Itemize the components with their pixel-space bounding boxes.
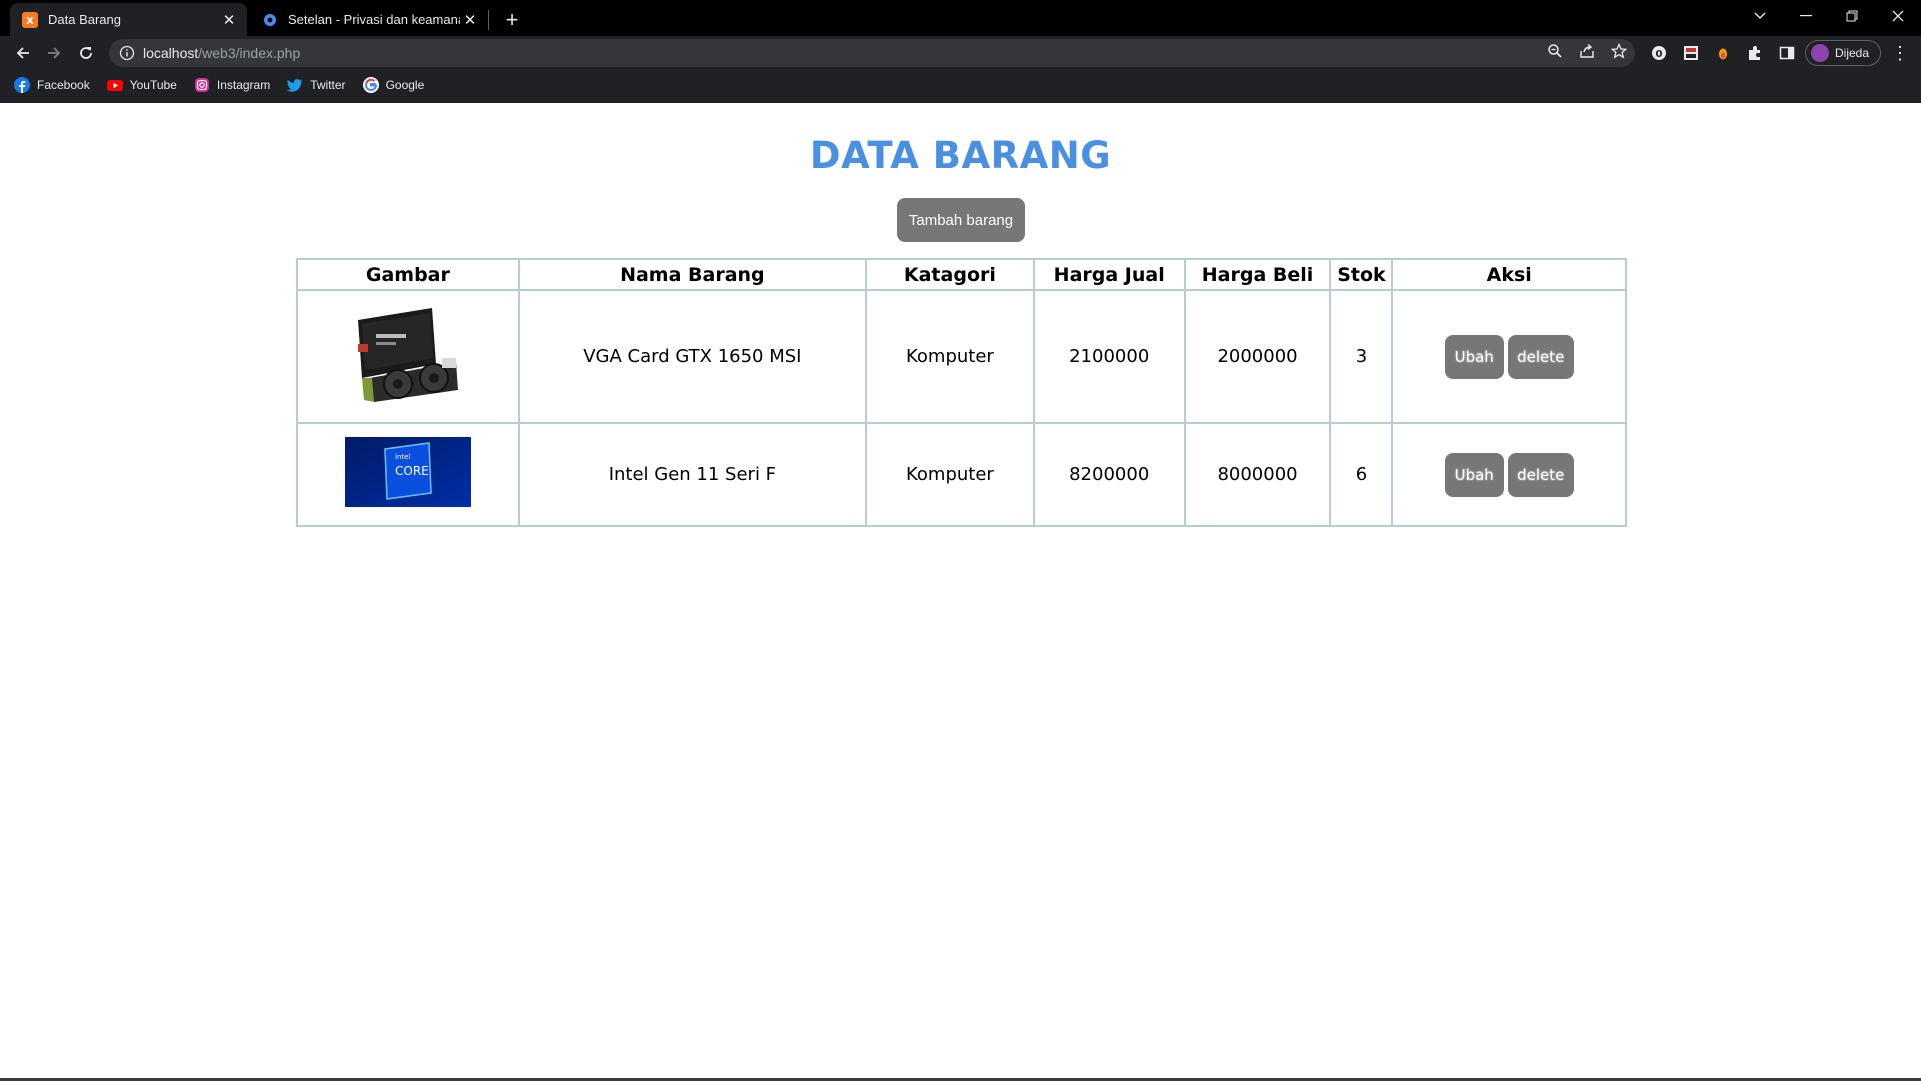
header-stok: Stok — [1329, 258, 1394, 291]
cell-harga-beli: 2000000 — [1183, 289, 1332, 424]
edit-button[interactable]: Ubah — [1444, 334, 1504, 379]
url-path: /web3/index.php — [198, 45, 301, 61]
cell-stok: 6 — [1329, 422, 1394, 527]
edit-button[interactable]: Ubah — [1444, 452, 1504, 497]
instagram-icon — [194, 77, 210, 93]
tab-strip: X Data Barang ✕ Setelan - Privasi dan ke… — [0, 0, 1921, 36]
header-kategori: Katagori — [865, 258, 1035, 291]
cell-aksi: Ubah delete — [1391, 289, 1627, 424]
bookmark-label: Instagram — [216, 78, 271, 92]
cell-kategori: Komputer — [865, 289, 1035, 424]
tab-title: Data Barang — [48, 12, 121, 27]
bookmark-label: Google — [385, 78, 425, 92]
table-row: intel CORE Intel Gen 11 Seri F Komputer … — [296, 422, 1627, 527]
table-row: VGA Card GTX 1650 MSI Komputer 2100000 2… — [296, 289, 1627, 424]
profile-name: Dijeda — [1835, 46, 1870, 60]
cell-harga-jual: 8200000 — [1032, 422, 1186, 527]
forward-button[interactable] — [41, 40, 67, 66]
cell-gambar: intel CORE — [296, 422, 520, 527]
minimize-button[interactable] — [1783, 0, 1829, 32]
profile-button[interactable]: Dijeda — [1805, 40, 1881, 66]
zoom-icon[interactable] — [1546, 42, 1564, 60]
gear-icon — [262, 12, 278, 28]
more-menu-icon[interactable]: ⋮ — [1891, 43, 1909, 63]
bookmark-label: Facebook — [37, 78, 90, 92]
svg-text:0: 0 — [1656, 49, 1663, 60]
tab-title: Setelan - Privasi dan keamanan — [288, 12, 460, 27]
google-icon — [362, 77, 379, 93]
header-nama-barang: Nama Barang — [517, 258, 868, 291]
header-harga-jual: Harga Jual — [1032, 258, 1186, 291]
cell-nama-barang: Intel Gen 11 Seri F — [517, 422, 868, 527]
page-title: DATA BARANG — [809, 134, 1112, 177]
bookmark-instagram[interactable]: Instagram — [194, 77, 270, 93]
restore-button[interactable] — [1829, 0, 1875, 32]
tab-data-barang[interactable]: X Data Barang ✕ — [10, 3, 247, 36]
table-header-row: Gambar Nama Barang Katagori Harga Jual H… — [296, 258, 1627, 291]
intel-core-image: intel CORE — [344, 437, 471, 512]
graphics-card-image — [354, 306, 462, 407]
cell-kategori: Komputer — [865, 422, 1035, 527]
avatar — [1811, 44, 1829, 62]
close-icon[interactable]: ✕ — [219, 10, 239, 30]
bookmarks-bar: Facebook YouTube Instagram Twitter Googl… — [0, 71, 1921, 99]
bookmark-label: Twitter — [310, 78, 346, 92]
bookmark-star-icon[interactable] — [1610, 42, 1628, 60]
new-tab-button[interactable]: + — [498, 6, 526, 34]
svg-text:X: X — [26, 16, 34, 27]
url-host: localhost — [143, 45, 199, 61]
core-logo-text: CORE — [395, 464, 429, 478]
header-harga-beli: Harga Beli — [1183, 258, 1332, 291]
bookmark-youtube[interactable]: YouTube — [106, 77, 177, 93]
cell-harga-jual: 2100000 — [1032, 289, 1186, 424]
cell-aksi: Ubah delete — [1391, 422, 1627, 527]
items-table: Gambar Nama Barang Katagori Harga Jual H… — [296, 258, 1627, 527]
header-gambar: Gambar — [296, 258, 520, 291]
close-icon[interactable]: ✕ — [460, 10, 480, 30]
address-bar[interactable]: localhost/web3/index.php — [109, 39, 1635, 67]
twitter-icon — [287, 77, 303, 93]
bookmark-google[interactable]: Google — [362, 77, 425, 93]
reload-button[interactable] — [73, 40, 99, 66]
cell-stok: 3 — [1329, 289, 1394, 424]
back-button[interactable] — [10, 40, 36, 66]
delete-button[interactable]: delete — [1507, 334, 1574, 379]
page-content: DATA BARANG Tambah barang Gambar Nama Ba… — [0, 103, 1921, 1079]
xampp-icon: X — [22, 11, 38, 28]
tab-search-icon[interactable] — [1737, 0, 1783, 32]
tab-separator — [488, 10, 489, 30]
fire-extension-icon[interactable] — [1714, 44, 1732, 62]
extension-circle-icon[interactable]: 0 — [1650, 44, 1668, 62]
cell-nama-barang: VGA Card GTX 1650 MSI — [517, 289, 868, 424]
intel-logo-text: intel — [395, 453, 410, 461]
header-aksi: Aksi — [1391, 258, 1627, 291]
share-icon[interactable] — [1578, 42, 1596, 60]
bookmark-label: YouTube — [129, 78, 177, 92]
bookmark-facebook[interactable]: Facebook — [14, 77, 90, 93]
facebook-icon — [14, 77, 30, 93]
cell-harga-beli: 8000000 — [1183, 422, 1332, 527]
add-item-button[interactable]: Tambah barang — [897, 198, 1025, 242]
cell-gambar — [296, 289, 520, 424]
delete-button[interactable]: delete — [1507, 452, 1574, 497]
pdf-extension-icon[interactable] — [1682, 44, 1700, 62]
close-window-button[interactable] — [1875, 0, 1921, 32]
side-panel-icon[interactable] — [1778, 44, 1796, 62]
browser-toolbar: localhost/web3/index.php — [0, 36, 1921, 70]
info-icon[interactable] — [119, 45, 135, 61]
url-text: localhost/web3/index.php — [143, 45, 300, 61]
youtube-icon — [106, 77, 123, 93]
tab-settings[interactable]: Setelan - Privasi dan keamanan ✕ — [250, 3, 488, 36]
puzzle-icon[interactable] — [1746, 44, 1764, 62]
bookmark-twitter[interactable]: Twitter — [287, 77, 346, 93]
browser-chrome: X Data Barang ✕ Setelan - Privasi dan ke… — [0, 0, 1921, 103]
